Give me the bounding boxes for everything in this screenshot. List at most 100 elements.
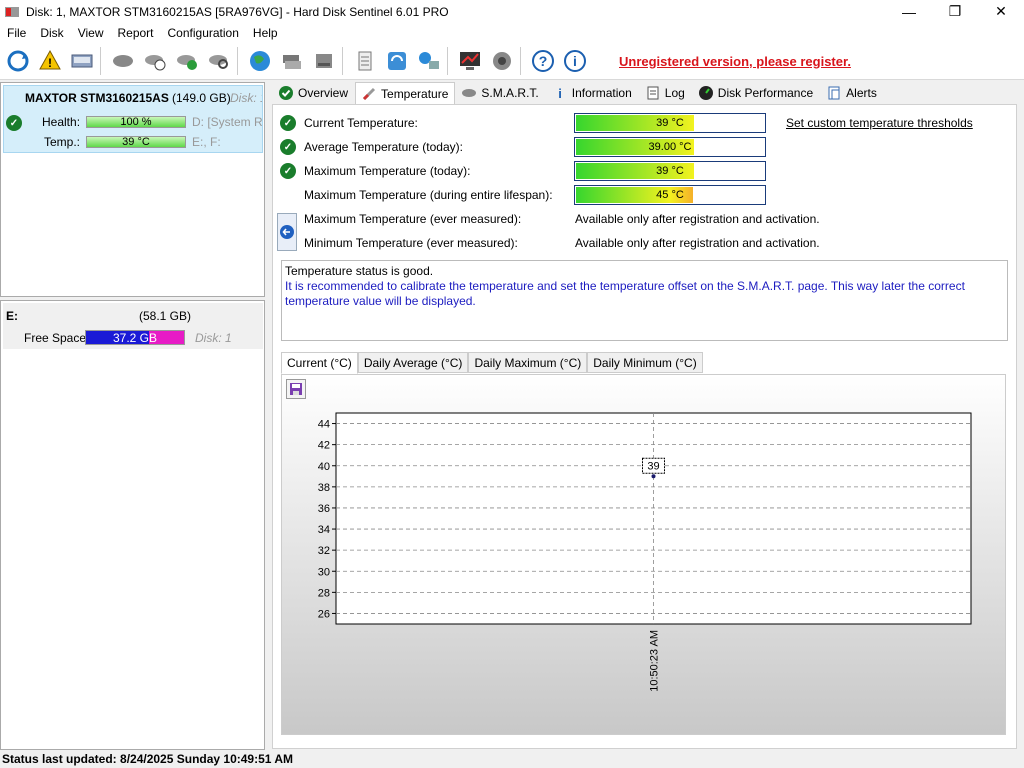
menu-view[interactable]: View: [71, 26, 111, 40]
globe-icon[interactable]: [246, 47, 274, 75]
health-ok-icon: ✓: [6, 115, 22, 131]
y-tick-label: 38: [318, 482, 330, 494]
tab-temperature-label: Temperature: [381, 86, 449, 101]
close-button[interactable]: ✕: [978, 0, 1024, 23]
current-ok-icon: ✓: [280, 115, 296, 131]
tab-log-label: Log: [664, 86, 685, 100]
max-lifespan-bar: 45 °C: [574, 185, 766, 205]
svg-text:!: !: [48, 56, 52, 70]
refresh-icon[interactable]: [4, 47, 32, 75]
volume-letter: E:: [6, 309, 18, 323]
drive-ef-label: E:, F:: [192, 135, 221, 149]
app-icon: [4, 4, 20, 20]
max-today-ok-icon: ✓: [280, 163, 296, 179]
volume-size: (58.1 GB): [139, 309, 192, 323]
temperature-chart: 26 28 30 32 34 36 38 40 42 44 10:50:23 AM 39: [318, 412, 972, 692]
menu-report[interactable]: Report: [110, 26, 160, 40]
health-label: Health:: [42, 115, 81, 129]
menu-configuration[interactable]: Configuration: [161, 26, 246, 40]
log-icon: [646, 86, 660, 100]
menu-disk[interactable]: Disk: [33, 26, 70, 40]
disk-size: (149.0 GB): [172, 91, 231, 105]
y-tick-label: 28: [318, 587, 330, 599]
toolbar-separator: [520, 47, 521, 75]
volume-entry[interactable]: E: (58.1 GB) Free Space 37.2 GB Disk: 1: [3, 303, 263, 349]
average-temp-value: 39.00 °C: [648, 141, 692, 153]
svg-text:?: ?: [539, 53, 548, 69]
tab-disk-performance[interactable]: Disk Performance: [692, 82, 820, 104]
tab-information[interactable]: i Information: [546, 82, 639, 104]
max-ever-value: Available only after registration and ac…: [575, 212, 820, 226]
drive-d-label: D: [System Re: [192, 115, 262, 129]
temperature-status-box: Temperature status is good. It is recomm…: [281, 260, 1008, 341]
disk-gray-icon[interactable]: [109, 47, 137, 75]
tab-smart[interactable]: S.M.A.R.T.: [455, 82, 545, 104]
drive-2-icon[interactable]: [310, 47, 338, 75]
min-ever-value: Available only after registration and ac…: [575, 236, 820, 250]
subtab-daily-minimum[interactable]: Daily Minimum (°C): [587, 352, 703, 373]
menu-help[interactable]: Help: [246, 26, 285, 40]
disk-icon[interactable]: [68, 47, 96, 75]
data-point: [651, 474, 656, 479]
check-icon: [279, 86, 293, 100]
tab-smart-label: S.M.A.R.T.: [481, 86, 539, 100]
average-temp-bar: 39.00 °C: [574, 137, 766, 157]
y-tick-label: 36: [318, 503, 330, 515]
window-title: Disk: 1, MAXTOR STM3160215AS [5RA976VG] …: [26, 4, 449, 19]
drives-icon[interactable]: [278, 47, 306, 75]
volume-disk: Disk: 1: [195, 331, 232, 345]
y-tick-label: 26: [318, 608, 330, 620]
toolbar-separator: [100, 47, 101, 75]
network-icon[interactable]: [415, 47, 443, 75]
max-today-value: 39 °C: [656, 165, 684, 177]
disk-clock-icon[interactable]: [141, 47, 169, 75]
tab-log[interactable]: Log: [639, 82, 692, 104]
disk-entry[interactable]: MAXTOR STM3160215AS (149.0 GB) Disk: 1 ✓…: [3, 85, 263, 153]
sync-icon[interactable]: [383, 47, 411, 75]
help-icon[interactable]: ?: [529, 47, 557, 75]
subtab-daily-maximum[interactable]: Daily Maximum (°C): [468, 352, 588, 373]
data-label: 39: [647, 460, 659, 472]
performance-icon: [698, 86, 713, 100]
tab-alerts[interactable]: Alerts: [820, 82, 884, 104]
thresholds-link[interactable]: Set custom temperature thresholds: [786, 116, 973, 130]
y-tick-label: 34: [318, 524, 330, 536]
monitor-icon[interactable]: [456, 47, 484, 75]
smart-icon: [462, 86, 477, 100]
max-ever-label: Maximum Temperature (ever measured):: [304, 212, 522, 226]
y-tick-label: 42: [318, 440, 330, 452]
speaker-icon[interactable]: [488, 47, 516, 75]
free-space-bar: 37.2 GB: [85, 330, 185, 345]
title-bar: Disk: 1, MAXTOR STM3160215AS [5RA976VG] …: [0, 0, 1024, 23]
info-icon[interactable]: i: [561, 47, 589, 75]
tab-disk-performance-label: Disk Performance: [717, 86, 814, 100]
current-temp-bar: 39 °C: [574, 113, 766, 133]
disk-check-icon[interactable]: [173, 47, 201, 75]
volume-panel: E: (58.1 GB) Free Space 37.2 GB Disk: 1: [0, 300, 265, 750]
temperature-page: ✓ Current Temperature: 39 °C Set custom …: [272, 104, 1017, 749]
free-space-label: Free Space: [24, 331, 87, 345]
clipboard-icon[interactable]: [351, 47, 379, 75]
tab-temperature[interactable]: Temperature: [355, 82, 456, 104]
subtab-current[interactable]: Current (°C): [281, 352, 358, 374]
chart-tabs: Current (°C) Daily Average (°C) Daily Ma…: [281, 352, 703, 374]
svg-text:i: i: [558, 86, 562, 100]
max-today-label: Maximum Temperature (today):: [304, 164, 471, 178]
current-temp-label: Current Temperature:: [304, 116, 418, 130]
minimize-button[interactable]: —: [886, 0, 932, 23]
alert-icon[interactable]: !: [36, 47, 64, 75]
info-icon: i: [553, 86, 567, 101]
menu-file[interactable]: File: [0, 26, 33, 40]
svg-text:i: i: [573, 53, 577, 69]
maximize-button[interactable]: ❐: [932, 0, 978, 23]
y-tick-label: 40: [318, 461, 330, 473]
unregistered-link[interactable]: Unregistered version, please register.: [619, 54, 851, 69]
disk-number: Disk: 1: [230, 91, 262, 105]
subtab-daily-average[interactable]: Daily Average (°C): [357, 352, 469, 373]
min-ever-label: Minimum Temperature (ever measured):: [304, 236, 518, 250]
max-today-bar: 39 °C: [574, 161, 766, 181]
disk-search-icon[interactable]: [205, 47, 233, 75]
current-temp-value: 39 °C: [656, 117, 684, 129]
tab-overview[interactable]: Overview: [272, 82, 355, 104]
register-button[interactable]: [277, 213, 297, 251]
